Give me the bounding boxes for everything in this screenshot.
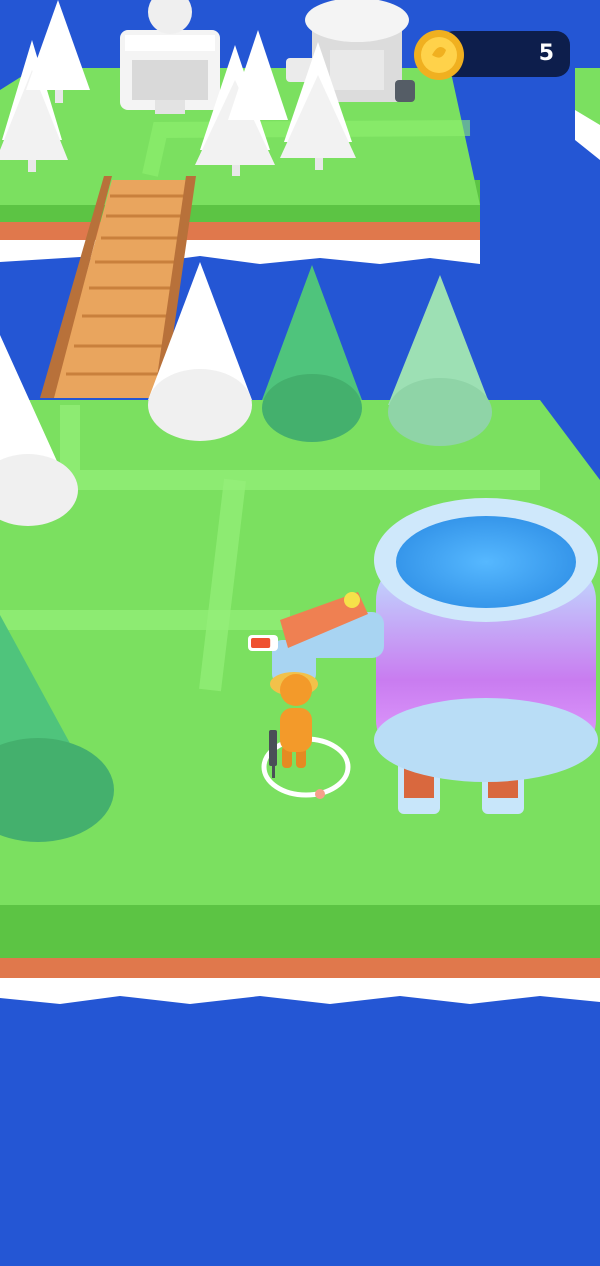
game-scene [0, 0, 600, 1266]
coin-count: 5 [538, 41, 554, 66]
gold-coin-icon [414, 30, 464, 80]
coin-counter: 5 [412, 28, 572, 82]
ring-marker [315, 789, 325, 799]
water-tank [374, 498, 598, 814]
player-health-bar [248, 635, 278, 651]
